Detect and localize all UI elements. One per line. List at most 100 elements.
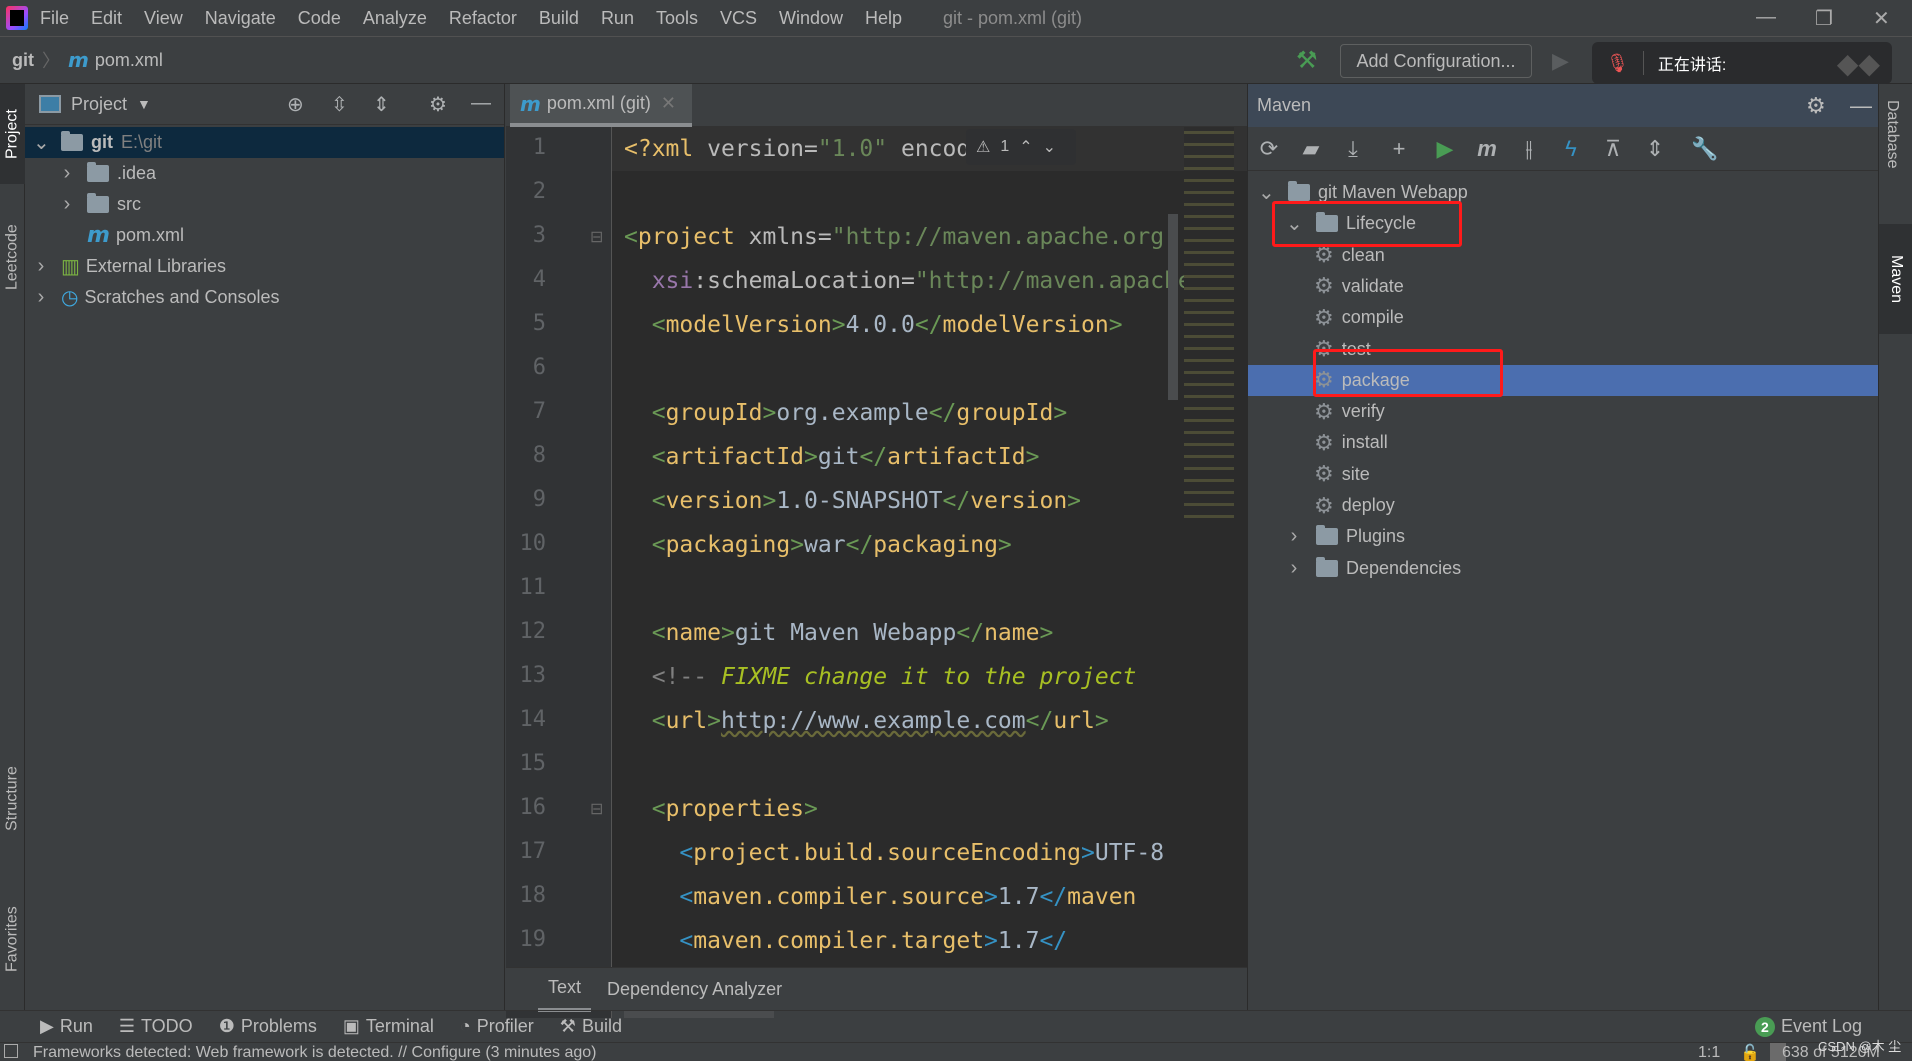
hide-icon[interactable]: — <box>1850 93 1872 119</box>
close-tab-icon[interactable]: ✕ <box>661 93 676 114</box>
stripe-tab-database[interactable]: Database <box>1883 100 1901 169</box>
execute-goal-icon[interactable]: m <box>1466 136 1508 162</box>
restore-icon[interactable]: ❐ <box>1815 6 1833 31</box>
mic-muted-icon[interactable]: 🎙 <box>1606 53 1629 74</box>
menu-code[interactable]: Code <box>298 8 341 29</box>
menu-analyze[interactable]: Analyze <box>363 8 427 29</box>
lock-icon[interactable]: 🔓 <box>1740 1043 1760 1061</box>
tab-dependency-analyzer[interactable]: Dependency Analyzer <box>607 979 782 1000</box>
chevron-right-icon[interactable]: › <box>59 193 75 216</box>
code-line: <maven.compiler.target>1.7</ <box>624 919 1067 963</box>
settings-gear-icon[interactable]: ⚙ <box>429 92 447 117</box>
dropdown-arrow-icon[interactable]: ▼ <box>137 96 151 112</box>
line-number: 7 <box>532 399 546 424</box>
toolwindow-build[interactable]: ⚒ Build <box>560 1016 622 1037</box>
project-view-selector[interactable]: Project <box>71 94 127 115</box>
menu-build[interactable]: Build <box>539 8 579 29</box>
chevron-right-icon[interactable]: › <box>33 286 49 309</box>
toolwindow-terminal[interactable]: ▣ Terminal <box>343 1016 434 1037</box>
tree-item[interactable]: › src <box>25 189 504 220</box>
menu-window[interactable]: Window <box>779 8 843 29</box>
menu-refactor[interactable]: Refactor <box>449 8 517 29</box>
toggle-offline-icon[interactable]: ⫲ <box>1508 136 1550 162</box>
tab-text[interactable]: Text <box>538 967 592 1012</box>
settings-wrench-icon[interactable]: 🔧 <box>1684 136 1726 162</box>
generate-sources-icon[interactable]: ▰ <box>1290 136 1332 162</box>
locate-icon[interactable]: ⊕ <box>287 92 304 117</box>
stripe-tab-structure[interactable]: Structure <box>0 744 25 854</box>
chevron-down-icon[interactable]: ⌄ <box>33 130 50 155</box>
toolwindow-profiler[interactable]: ◔ Profiler <box>460 1016 534 1037</box>
hide-icon[interactable]: — <box>471 92 491 115</box>
stripe-tab-leetcode[interactable]: Leetcode <box>0 202 25 312</box>
menu-help[interactable]: Help <box>865 8 902 29</box>
toggle-toolbars-icon[interactable] <box>4 1044 18 1058</box>
maven-toolbar: ⟳ ▰ ⤓ + ▶ m ⫲ ϟ ⊼ ⇕ 🔧 <box>1248 127 1878 171</box>
event-log-button[interactable]: 2 Event Log <box>1754 1016 1862 1037</box>
chevron-right-icon[interactable]: › <box>33 255 49 278</box>
collapse-all-icon[interactable]: ⇕ <box>1634 136 1676 162</box>
token-pi: <?xml <box>624 136 694 162</box>
maven-goal-verify[interactable]: ⚙ verify <box>1248 396 1878 427</box>
maven-goal-install[interactable]: ⚙ install <box>1248 427 1878 458</box>
tree-item[interactable]: m pom.xml <box>25 220 504 251</box>
toolwindow-problems[interactable]: ❶ Problems <box>219 1016 317 1037</box>
menu-edit[interactable]: Edit <box>91 8 122 29</box>
build-hammer-icon[interactable]: ⚒ <box>1296 46 1318 75</box>
toolwindow-todo[interactable]: ☰ TODO <box>119 1016 193 1037</box>
maven-dependencies[interactable]: › Dependencies <box>1248 553 1878 584</box>
close-icon[interactable]: ✕ <box>1873 6 1890 31</box>
menu-view[interactable]: View <box>144 8 183 29</box>
maven-goal-site[interactable]: ⚙ site <box>1248 459 1878 490</box>
show-dependencies-icon[interactable]: ⊼ <box>1592 136 1634 162</box>
settings-gear-icon[interactable]: ⚙ <box>1806 93 1826 119</box>
maven-goal-compile[interactable]: ⚙ compile <box>1248 302 1878 333</box>
reload-icon[interactable]: ⟳ <box>1248 136 1290 162</box>
menu-vcs[interactable]: VCS <box>720 8 757 29</box>
download-icon[interactable]: ⤓ <box>1332 136 1374 162</box>
token-todo: FIXME change it to the project <box>720 664 1137 690</box>
menu-file[interactable]: File <box>40 8 69 29</box>
token-br: < <box>651 796 666 822</box>
previous-highlight-icon[interactable]: ⌃ <box>1019 137 1032 157</box>
add-configuration-button[interactable]: Add Configuration... <box>1340 44 1532 78</box>
chevron-right-icon[interactable]: › <box>59 162 75 185</box>
chevron-right-icon[interactable]: › <box>1286 525 1302 548</box>
inspection-widget[interactable]: ⚠ 1 ⌃ ⌄ <box>966 129 1076 165</box>
caret-position[interactable]: 1:1 <box>1698 1044 1720 1061</box>
menu-run[interactable]: Run <box>601 8 634 29</box>
collapse-all-icon[interactable]: ⇕ <box>373 92 390 117</box>
next-highlight-icon[interactable]: ⌄ <box>1043 137 1056 157</box>
run-icon[interactable]: ▶ <box>1552 48 1569 74</box>
chevron-right-icon[interactable]: › <box>1286 557 1302 580</box>
tree-item[interactable]: › ◷ Scratches and Consoles <box>25 282 504 313</box>
menu-navigate[interactable]: Navigate <box>205 8 276 29</box>
code-area[interactable]: <?xml version="1.0" encoding= <project xm… <box>624 127 1184 1018</box>
add-icon[interactable]: + <box>1378 136 1420 162</box>
toolwindow-run[interactable]: ▶ Run <box>40 1016 93 1037</box>
breadcrumb-project[interactable]: git <box>12 50 34 71</box>
status-message[interactable]: Frameworks detected: Web framework is de… <box>33 1044 597 1061</box>
maven-goal-validate[interactable]: ⚙ validate <box>1248 271 1878 302</box>
skip-tests-icon[interactable]: ϟ <box>1550 136 1592 162</box>
expand-all-icon[interactable]: ⇳ <box>331 92 348 117</box>
menu-tools[interactable]: Tools <box>656 8 698 29</box>
tree-item[interactable]: ⌄ git E:\git <box>25 127 504 158</box>
tree-item[interactable]: › ▥ External Libraries <box>25 251 504 282</box>
run-icon[interactable]: ▶ <box>1424 136 1466 162</box>
stripe-tab-maven[interactable]: Maven <box>1879 224 1912 334</box>
fold-icon[interactable]: ⊟ <box>590 227 603 247</box>
maven-goal-deploy[interactable]: ⚙ deploy <box>1248 490 1878 521</box>
code-minimap[interactable] <box>1184 127 1247 520</box>
fold-icon[interactable]: ⊟ <box>590 799 603 819</box>
breadcrumb-file[interactable]: pom.xml <box>95 50 163 71</box>
vertical-scrollbar[interactable] <box>1168 214 1178 400</box>
editor-tab-pom[interactable]: m pom.xml (git) ✕ <box>510 84 692 127</box>
maven-plugins[interactable]: › Plugins <box>1248 521 1878 552</box>
minimize-icon[interactable]: — <box>1756 6 1776 29</box>
stripe-tab-project[interactable]: Project <box>0 84 25 184</box>
tool-windows-bar: ▶ Run ☰ TODO ❶ Problems ▣ Terminal ◔ Profiler… <box>0 1010 1912 1042</box>
stripe-tab-favorites[interactable]: Favorites <box>0 884 25 994</box>
token-tag: properties <box>665 796 805 822</box>
tree-item[interactable]: › .idea <box>25 158 504 189</box>
